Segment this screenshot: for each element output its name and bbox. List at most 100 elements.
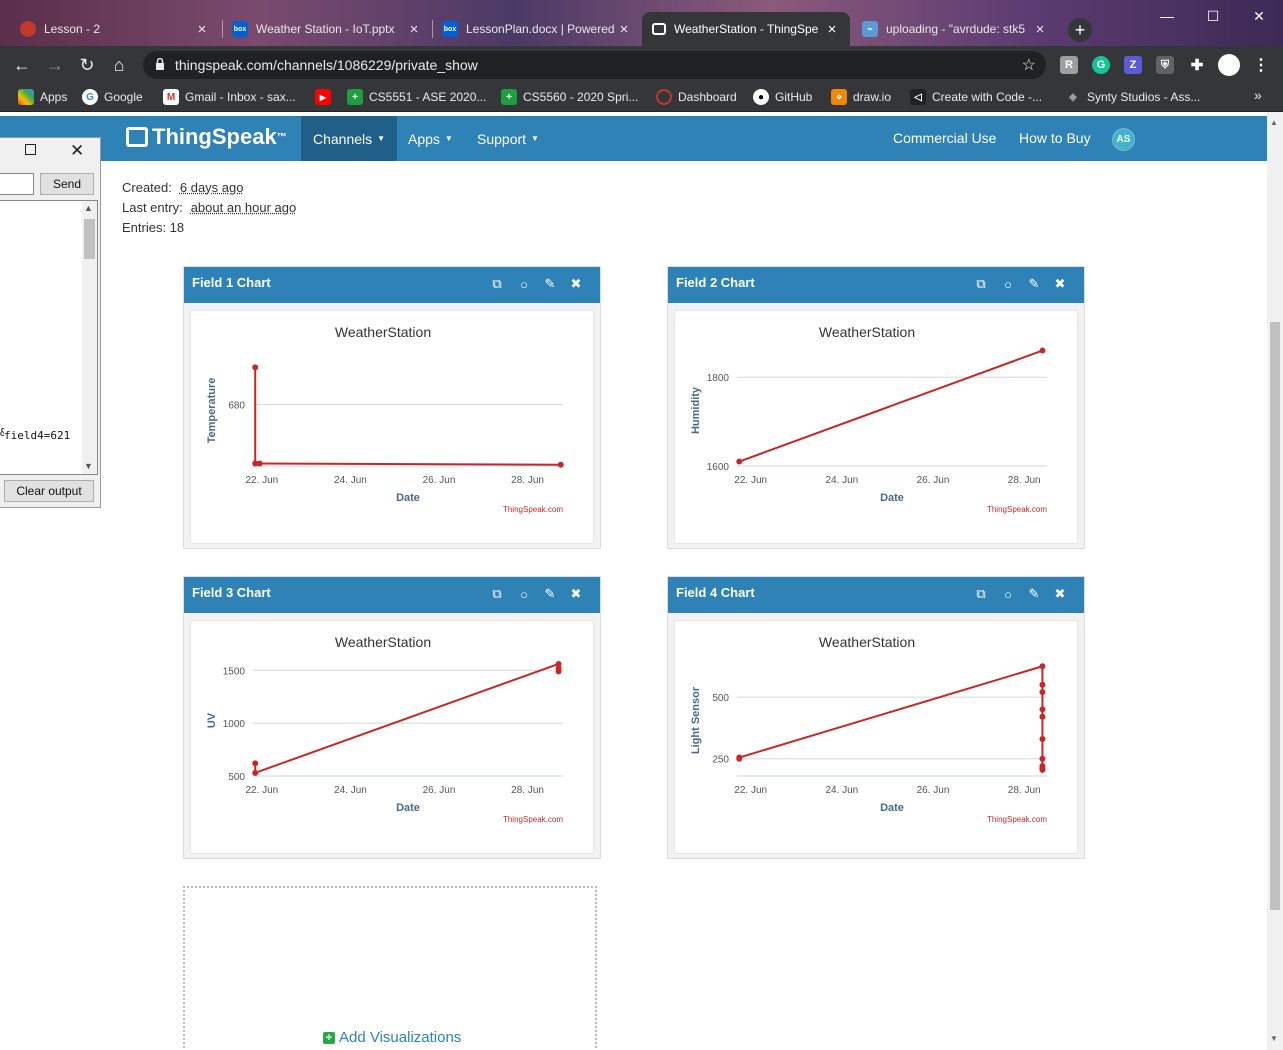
open-external-icon[interactable]: ⧉ — [973, 586, 989, 602]
plus-icon: + — [323, 1031, 335, 1044]
close-icon[interactable]: ✖ — [568, 276, 584, 292]
bookmark-cs5551[interactable]: + CS5551 - ASE 2020... — [347, 89, 486, 105]
bookmark-drawio[interactable]: ⋄ draw.io — [831, 89, 891, 105]
serial-input[interactable] — [0, 173, 34, 195]
scroll-down-icon[interactable]: ▼ — [84, 461, 93, 471]
new-tab-button[interactable]: + — [1068, 18, 1092, 42]
bookmark-google[interactable]: G Google — [82, 89, 143, 105]
user-avatar[interactable]: AS — [1112, 128, 1135, 151]
caret-down-icon: ▼ — [377, 134, 386, 143]
bookmark-youtube[interactable]: ▶ — [315, 89, 337, 105]
comment-icon[interactable]: ○ — [516, 586, 532, 602]
bookmark-cs5560[interactable]: + CS5560 - 2020 Spri... — [501, 89, 638, 105]
page-scroll-thumb[interactable] — [1270, 322, 1280, 910]
x-tick-label: 22. Jun — [734, 785, 767, 796]
close-icon[interactable]: ✖ — [1052, 586, 1068, 602]
reload-button[interactable]: ↻ — [75, 53, 99, 77]
bookmark-synty[interactable]: ◈ Synty Studios - Ass... — [1065, 89, 1200, 105]
bookmark-apps[interactable]: Apps — [18, 89, 67, 105]
scroll-down-icon[interactable]: ▼ — [1270, 1034, 1278, 1043]
maximize-icon[interactable] — [25, 144, 36, 155]
data-point — [252, 364, 259, 371]
shield-extension-icon[interactable]: ⛨ — [1156, 56, 1174, 74]
open-external-icon[interactable]: ⧉ — [489, 276, 505, 292]
browser-tab-weather-pptx[interactable]: box Weather Station - IoT.pptx × — [222, 12, 432, 46]
bookmark-github[interactable]: ● GitHub — [753, 89, 812, 105]
output-scrollbar[interactable]: ▲ ▼ — [82, 201, 97, 474]
close-tab-icon[interactable]: × — [194, 21, 210, 38]
comment-icon[interactable]: ○ — [1000, 276, 1016, 292]
minimize-window-button[interactable]: — — [1144, 0, 1190, 32]
extension-z-icon[interactable]: Z — [1124, 56, 1142, 74]
comment-icon[interactable]: ○ — [516, 276, 532, 292]
trademark: ™ — [276, 131, 287, 143]
bookmark-label: Apps — [40, 90, 68, 104]
edit-pencil-icon[interactable]: ✎ — [1026, 586, 1042, 602]
profile-avatar-icon[interactable] — [1218, 54, 1240, 76]
bookmark-gmail[interactable]: M Gmail - Inbox - sax... — [163, 89, 296, 105]
browser-tab-lesson[interactable]: Lesson - 2 × — [10, 12, 220, 46]
scroll-thumb[interactable] — [84, 219, 95, 259]
address-bar[interactable]: thingspeak.com/channels/1086229/private_… — [143, 51, 1046, 79]
bookmark-create-with-code[interactable]: ◁ Create with Code -... — [910, 89, 1042, 105]
tab-title: Lesson - 2 — [44, 22, 101, 36]
open-external-icon[interactable]: ⧉ — [973, 276, 989, 292]
add-visualizations-button[interactable]: + Add Visualizations — [323, 1029, 461, 1046]
page-scrollbar[interactable]: ▲ ▼ — [1267, 112, 1283, 1050]
bookmark-dashboard[interactable]: Dashboard — [656, 89, 737, 105]
edit-pencil-icon[interactable]: ✎ — [542, 586, 558, 602]
extensions-puzzle-icon[interactable]: ✚ — [1188, 56, 1206, 74]
more-bookmarks-button[interactable]: » — [1254, 87, 1262, 103]
last-entry-row: Last entry: about an hour ago — [122, 198, 296, 218]
maximize-window-button[interactable]: ☐ — [1190, 0, 1236, 32]
send-button[interactable]: Send — [40, 173, 94, 195]
open-external-icon[interactable]: ⧉ — [489, 586, 505, 602]
browser-tab-thingspeak[interactable]: WeatherStation - ThingSpe × — [642, 12, 850, 46]
home-button[interactable]: ⌂ — [107, 53, 131, 77]
panel-header: Field 4 Chart ⧉ ○ ✎ ✖ — [668, 577, 1084, 613]
nav-commercial-use[interactable]: Commercial Use — [893, 130, 996, 146]
x-tick-label: 26. Jun — [917, 785, 950, 796]
comment-icon[interactable]: ○ — [1000, 586, 1016, 602]
google-icon: G — [82, 89, 98, 105]
serial-monitor-window: ✕ Send &field4=621 ▲ ▼ Clear output — [0, 137, 101, 508]
grammarly-icon[interactable]: G — [1092, 56, 1110, 74]
bookmark-label: GitHub — [775, 90, 813, 104]
arduino-icon: ∞ — [862, 21, 878, 37]
close-icon[interactable]: ✕ — [70, 141, 84, 161]
scroll-up-icon[interactable]: ▲ — [84, 203, 93, 213]
edit-pencil-icon[interactable]: ✎ — [1026, 276, 1042, 292]
edit-pencil-icon[interactable]: ✎ — [542, 276, 558, 292]
close-tab-icon[interactable]: × — [824, 21, 840, 38]
nav-how-to-buy[interactable]: How to Buy — [1019, 130, 1091, 146]
nav-channels[interactable]: Channels ▼ — [301, 116, 398, 161]
chart-title: WeatherStation — [335, 634, 431, 650]
browser-tab-uploading[interactable]: ∞ uploading - "avrdude: stk5 × — [852, 12, 1058, 46]
x-tick-label: 22. Jun — [734, 475, 767, 486]
x-tick-label: 24. Jun — [825, 785, 858, 796]
forward-button[interactable]: → — [43, 53, 67, 77]
url-text: thingspeak.com/channels/1086229/private_… — [175, 57, 478, 73]
data-point — [1039, 706, 1046, 713]
back-button[interactable]: ← — [10, 53, 34, 77]
close-tab-icon[interactable]: × — [1032, 21, 1048, 38]
extension-r-icon[interactable]: R — [1060, 56, 1078, 74]
scroll-up-icon[interactable]: ▲ — [1270, 118, 1278, 127]
close-icon[interactable]: ✖ — [568, 586, 584, 602]
browser-menu-icon[interactable]: ⋮ — [1252, 56, 1270, 74]
nav-apps[interactable]: Apps ▼ — [396, 116, 465, 161]
chart-svg: WeatherStation 1600 1800 22. Jun 24. Jun 26. … — [690, 324, 1047, 514]
browser-tab-lessonplan[interactable]: box LessonPlan.docx | Powered × — [432, 12, 642, 46]
close-icon[interactable]: ✖ — [1052, 276, 1068, 292]
thingspeak-logo[interactable]: ThingSpeak ™ — [126, 124, 287, 150]
close-tab-icon[interactable]: × — [616, 21, 632, 38]
close-tab-icon[interactable]: × — [406, 21, 422, 38]
clear-output-button[interactable]: Clear output — [4, 480, 94, 502]
nav-support[interactable]: Support ▼ — [465, 116, 551, 161]
bookmark-star-icon[interactable]: ☆ — [1022, 55, 1036, 75]
panel-header: Field 3 Chart ⧉ ○ ✎ ✖ — [184, 577, 600, 613]
nav-channels-label: Channels — [313, 130, 373, 147]
close-window-button[interactable]: ✕ — [1236, 0, 1282, 32]
chart-plot: WeatherStation 500 1000 1500 22. Jun 24. Jun 2… — [190, 620, 594, 854]
chart-credit: ThingSpeak.com — [503, 505, 563, 514]
